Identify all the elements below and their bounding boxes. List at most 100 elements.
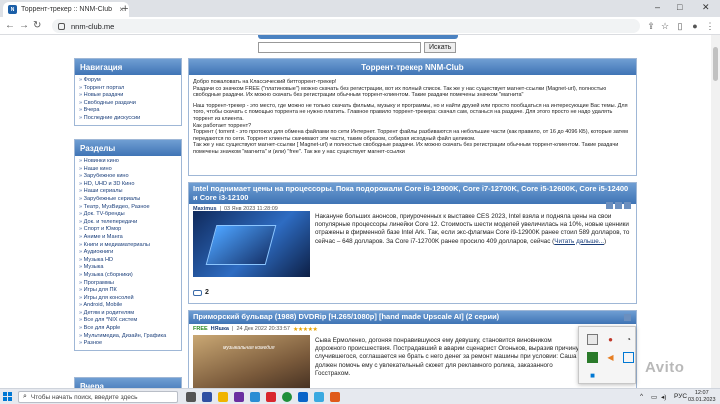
read-more-link[interactable]: Читать дальше... xyxy=(554,238,604,245)
clock-date: 03.01.2023 xyxy=(688,397,716,403)
app-icon[interactable] xyxy=(298,392,308,402)
section-item[interactable]: Док. TV-бренды xyxy=(79,211,177,219)
minimize-button[interactable]: – xyxy=(655,2,660,12)
nav-item[interactable]: Форум xyxy=(79,77,177,85)
app-icon[interactable] xyxy=(234,392,244,402)
tool-icon[interactable] xyxy=(615,202,622,209)
back-icon[interactable]: ← xyxy=(5,20,15,31)
section-item[interactable]: Док. и телепередачи xyxy=(79,219,177,227)
main-intro-block: Торрент-трекер NNM-Club Добро пожаловать… xyxy=(188,58,637,176)
top-strip xyxy=(258,35,458,39)
section-item[interactable]: Все для *NIX систем xyxy=(79,317,177,325)
section-item[interactable]: Все для Apple xyxy=(79,325,177,333)
section-item[interactable]: Зарубежное кино xyxy=(79,173,177,181)
app-icon[interactable] xyxy=(250,392,260,402)
section-item[interactable]: Музыка (сборники) xyxy=(79,272,177,280)
yesterday-title: Вчера xyxy=(75,378,181,388)
section-item[interactable]: Музыка xyxy=(79,264,177,272)
nav-item[interactable]: Новые раздачи xyxy=(79,92,177,100)
windows-start-icon[interactable] xyxy=(3,392,13,402)
bookmark-star-icon[interactable]: ☆ xyxy=(660,21,670,31)
address-bar[interactable]: nnm-club.me xyxy=(52,19,640,33)
section-item[interactable]: Наши сериалы xyxy=(79,188,177,196)
navigation-list: Форум Торрент портал Новые раздачи Свобо… xyxy=(75,75,181,125)
news-title[interactable]: Приморский бульвар (1988) DVDRip [H.265/… xyxy=(189,311,636,324)
free-badge: FREE xyxy=(193,326,208,332)
yesterday-block: Вчера xyxy=(74,377,182,388)
scrollbar[interactable] xyxy=(711,35,720,388)
news-item: Intel поднимает цены на процессоры. Пока… xyxy=(188,182,637,304)
section-item[interactable]: Игры для ПК xyxy=(79,287,177,295)
tool-icon[interactable] xyxy=(606,202,613,209)
search-input[interactable] xyxy=(258,42,421,53)
app-icon[interactable] xyxy=(314,392,324,402)
taskbar-search[interactable]: ⌕ Чтобы начать поиск, введите здесь xyxy=(18,391,178,403)
scrollbar-thumb[interactable] xyxy=(713,47,718,81)
sections-title: Разделы xyxy=(75,140,181,156)
file-explorer-icon[interactable] xyxy=(218,392,228,402)
app-icon[interactable] xyxy=(330,392,340,402)
section-item[interactable]: Программы xyxy=(79,280,177,288)
section-item[interactable]: Игры для консолей xyxy=(79,295,177,303)
audio-manager-icon[interactable]: ◀ xyxy=(605,352,616,363)
task-view-icon[interactable] xyxy=(186,392,196,402)
news-meta: FREE НЯшка | 24 Дек 2022 20:33:57 ★★★★★ xyxy=(189,324,636,335)
section-item[interactable]: Аниме и Манга xyxy=(79,234,177,242)
maximize-button[interactable]: □ xyxy=(677,2,682,12)
news-title[interactable]: Intel поднимает цены на процессоры. Пока… xyxy=(189,183,636,204)
app-red-icon[interactable]: ● xyxy=(605,334,616,345)
section-item[interactable]: Музыка HD xyxy=(79,257,177,265)
security-icon[interactable]: ◔ xyxy=(623,334,634,345)
share-icon[interactable]: ⇪ xyxy=(646,21,656,31)
menu-icon[interactable]: ⋮ xyxy=(705,21,715,31)
nvidia-icon[interactable] xyxy=(587,352,598,363)
tray-chevron-icon[interactable]: ^ xyxy=(640,393,643,400)
section-item[interactable]: Театр, МузВидео, Разное xyxy=(79,204,177,212)
section-item[interactable]: HD, UHD и 3D Кино xyxy=(79,181,177,189)
section-item[interactable]: Спорт и Юмор xyxy=(79,226,177,234)
section-item[interactable]: Мультимедиа, Дизайн, Графика xyxy=(79,333,177,341)
intro-paragraph: Торрент ( torrent - это протокол для обм… xyxy=(193,129,628,142)
app-icon[interactable] xyxy=(202,392,212,402)
comments-count[interactable]: 2 xyxy=(193,289,209,296)
section-item[interactable]: Книги и медиаматериалы xyxy=(79,242,177,250)
forward-icon[interactable]: → xyxy=(19,20,29,31)
defender-icon[interactable]: ■ xyxy=(587,370,598,381)
chrome-icon[interactable] xyxy=(282,392,292,402)
close-window-button[interactable]: ✕ xyxy=(702,2,710,13)
intro-paragraph: Добро пожаловать на Классический битторр… xyxy=(193,79,337,85)
language-indicator[interactable]: РУС xyxy=(674,393,687,400)
nav-item[interactable]: Вчера xyxy=(79,107,177,115)
app-icon[interactable] xyxy=(266,392,276,402)
sidebar-icon[interactable]: ▯ xyxy=(675,21,685,31)
tool-icon[interactable] xyxy=(624,202,631,209)
search-button[interactable]: Искать xyxy=(424,42,457,53)
news-image[interactable] xyxy=(193,211,310,277)
bluetooth-icon[interactable] xyxy=(623,352,634,363)
reload-icon[interactable]: ↻ xyxy=(33,20,41,31)
taskbar: ⌕ Чтобы начать поиск, введите здесь ^ ▭ … xyxy=(0,388,720,404)
nav-item[interactable]: Последние дискуссии xyxy=(79,115,177,123)
network-icon[interactable]: ▭ xyxy=(651,393,657,401)
browser-tab[interactable]: N Торрент-трекер :: NNM-Club × xyxy=(3,2,129,17)
nav-item[interactable]: Торрент портал xyxy=(79,85,177,93)
news-image[interactable]: музыкальная комедия xyxy=(193,335,310,388)
nav-item[interactable]: Свободные раздачи xyxy=(79,100,177,108)
section-item[interactable]: Аудиокниги xyxy=(79,249,177,257)
url-text: nnm-club.me xyxy=(71,21,115,31)
news-author[interactable]: НЯшка xyxy=(211,326,229,332)
news-body-closing: ) xyxy=(604,237,607,245)
tool-icon[interactable] xyxy=(624,314,631,321)
section-item[interactable]: Разное xyxy=(79,340,177,348)
section-item[interactable]: Новинки кино xyxy=(79,158,177,166)
volume-icon[interactable]: ◂) xyxy=(661,393,666,401)
section-item[interactable]: Зарубежные сериалы xyxy=(79,196,177,204)
section-item[interactable]: Детям и родителям xyxy=(79,310,177,318)
profile-icon[interactable]: ● xyxy=(690,21,700,31)
taskbar-clock[interactable]: 12:07 03.01.2023 xyxy=(688,390,716,404)
section-item[interactable]: Android, Mobile xyxy=(79,302,177,310)
tab-bar: N Торрент-трекер :: NNM-Club × + – □ ✕ xyxy=(0,0,720,17)
usb-device-icon[interactable] xyxy=(587,334,598,345)
section-item[interactable]: Наше кино xyxy=(79,166,177,174)
new-tab-button[interactable]: + xyxy=(122,3,128,15)
